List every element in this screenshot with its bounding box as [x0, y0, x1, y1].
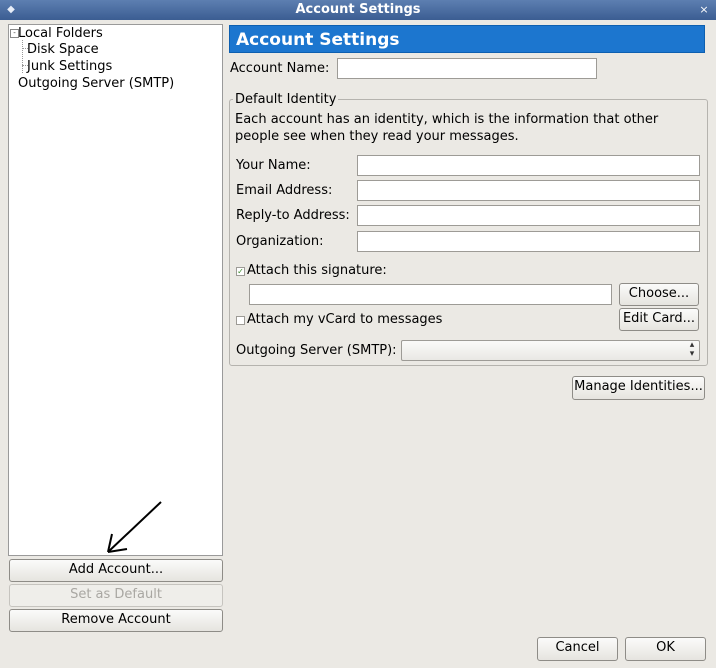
tree-item-local-folders[interactable]: Local Folders — [18, 25, 103, 42]
account-name-input[interactable] — [337, 58, 597, 79]
identity-description: Each account has an identity, which is t… — [235, 112, 659, 127]
account-name-label: Account Name: — [230, 61, 330, 76]
attach-signature-label[interactable]: Attach this signature: — [247, 263, 387, 278]
default-identity-legend: Default Identity — [235, 92, 337, 107]
remove-account-button[interactable]: Remove Account — [9, 609, 223, 632]
email-address-label: Email Address: — [236, 183, 333, 198]
dropdown-arrow-icon: ▴ ▾ — [689, 340, 695, 359]
reply-to-address-label: Reply-to Address: — [236, 208, 350, 223]
ok-button[interactable]: OK — [625, 637, 706, 661]
reply-to-address-input[interactable] — [357, 205, 700, 226]
outgoing-server-select[interactable]: ▴ ▾ — [401, 340, 700, 361]
close-icon[interactable]: × — [696, 2, 712, 18]
outgoing-server-label: Outgoing Server (SMTP): — [236, 343, 397, 358]
identity-description: people see when they read your messages. — [235, 129, 519, 144]
email-address-input[interactable] — [357, 180, 700, 201]
title-bar: ◆ Account Settings × — [0, 0, 716, 20]
signature-file-input[interactable] — [249, 284, 612, 305]
your-name-input[interactable] — [357, 155, 700, 176]
organization-label: Organization: — [236, 234, 324, 249]
account-tree[interactable]: - Local Folders Disk Space Junk Settings… — [8, 24, 223, 556]
tree-guide-line — [22, 40, 23, 73]
tree-item-outgoing-server[interactable]: Outgoing Server (SMTP) — [18, 75, 174, 92]
attach-signature-checkbox[interactable]: ✓ — [236, 267, 245, 276]
manage-identities-button[interactable]: Manage Identities... — [572, 376, 705, 400]
attach-vcard-label[interactable]: Attach my vCard to messages — [247, 312, 442, 327]
tree-item-disk-space[interactable]: Disk Space — [27, 41, 99, 58]
add-account-button[interactable]: Add Account... — [9, 559, 223, 582]
organization-input[interactable] — [357, 231, 700, 252]
window-title: Account Settings — [295, 2, 421, 17]
your-name-label: Your Name: — [236, 158, 311, 173]
cancel-button[interactable]: Cancel — [537, 637, 618, 661]
choose-button[interactable]: Choose... — [619, 283, 699, 306]
tree-item-junk-settings[interactable]: Junk Settings — [27, 58, 112, 75]
set-as-default-button[interactable]: Set as Default — [9, 584, 223, 607]
edit-card-button[interactable]: Edit Card... — [619, 308, 699, 331]
attach-vcard-checkbox[interactable] — [236, 316, 245, 325]
panel-header: Account Settings — [229, 25, 705, 53]
